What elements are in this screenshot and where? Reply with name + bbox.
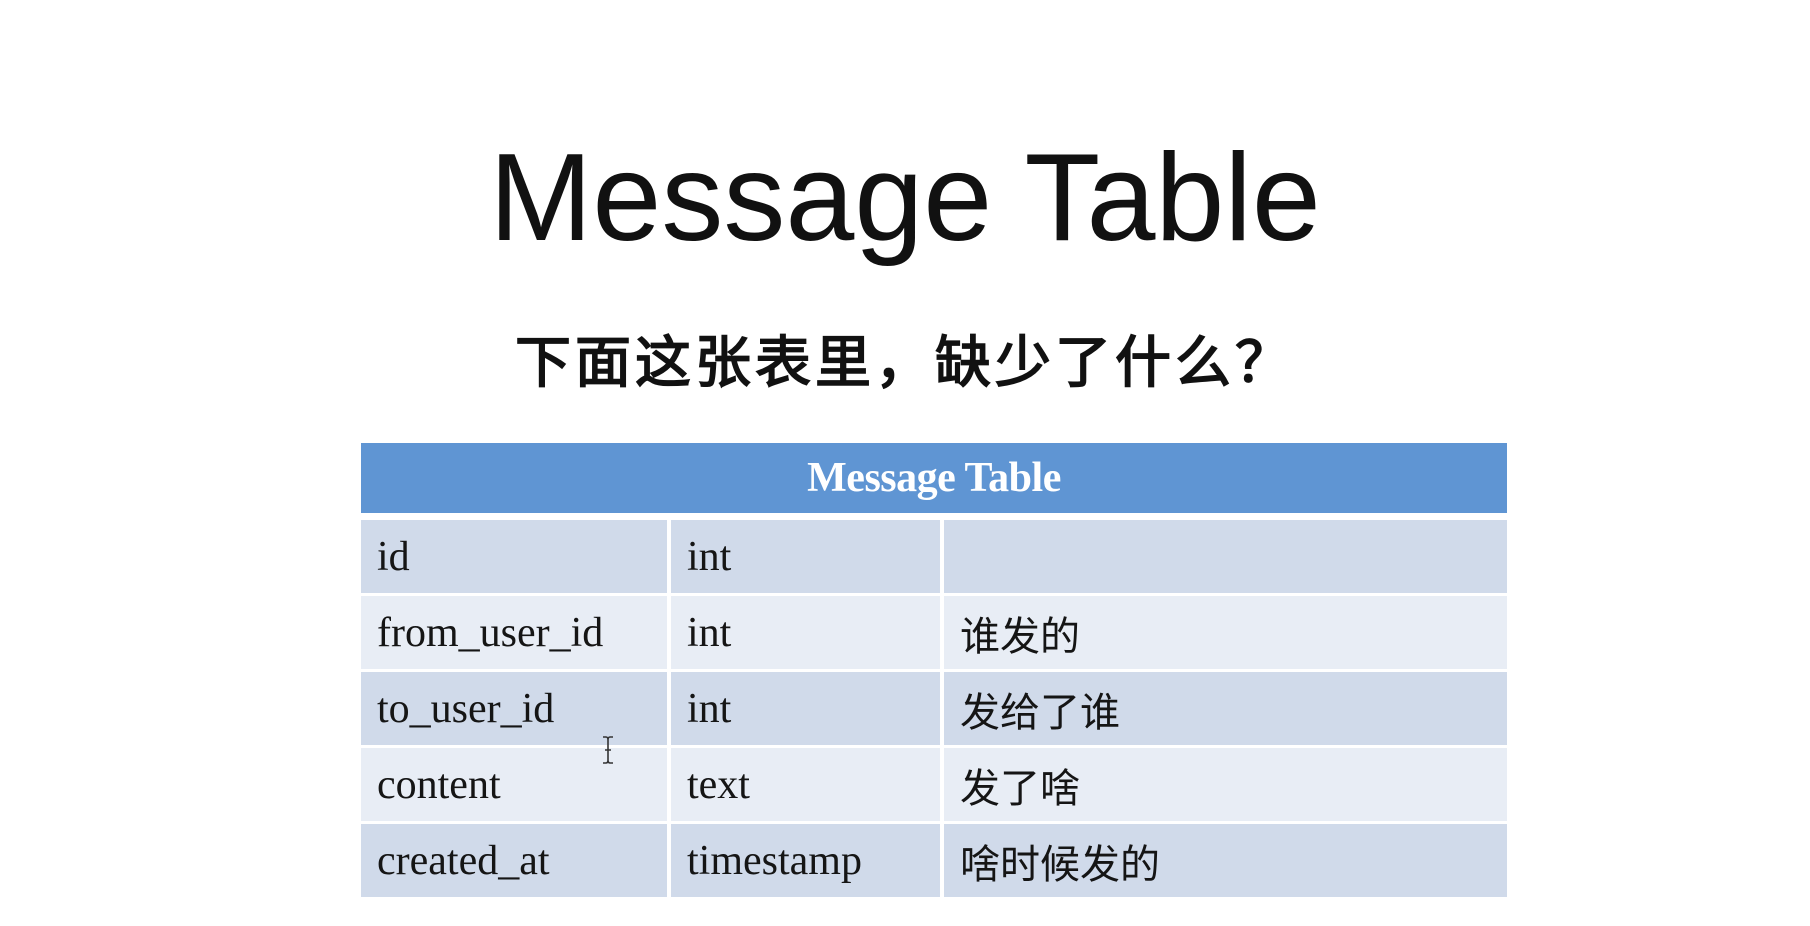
- field-type-cell: int: [671, 672, 944, 748]
- field-name-cell: created_at: [361, 824, 671, 900]
- field-name-cell: to_user_id: [361, 672, 671, 748]
- field-type-cell: int: [671, 596, 944, 672]
- field-type-cell: text: [671, 748, 944, 824]
- slide-title: Message Table: [489, 129, 1321, 267]
- table-caption: Message Table: [361, 443, 1507, 520]
- field-name-cell: from_user_id: [361, 596, 671, 672]
- field-note-cell: 发给了谁: [944, 672, 1507, 748]
- field-note-cell: [944, 520, 1507, 596]
- text-cursor-icon: [603, 736, 613, 764]
- table-row: from_user_id int 谁发的: [361, 596, 1507, 672]
- table-row: id int: [361, 520, 1507, 596]
- field-type-cell: int: [671, 520, 944, 596]
- field-type-cell: timestamp: [671, 824, 944, 900]
- table-row: content text 发了啥: [361, 748, 1507, 824]
- table-row: to_user_id int 发给了谁: [361, 672, 1507, 748]
- field-name-cell: id: [361, 520, 671, 596]
- slide-subtitle: 下面这张表里，缺少了什么？: [515, 331, 1295, 396]
- field-note-cell: 发了啥: [944, 748, 1507, 824]
- field-note-cell: 啥时候发的: [944, 824, 1507, 900]
- field-name-cell: content: [361, 748, 671, 824]
- slide: Message Table 下面这张表里，缺少了什么？ Message Tabl…: [0, 0, 1810, 926]
- field-note-cell: 谁发的: [944, 596, 1507, 672]
- message-table: Message Table id int from_user_id int 谁发…: [361, 443, 1507, 900]
- table-row: created_at timestamp 啥时候发的: [361, 824, 1507, 900]
